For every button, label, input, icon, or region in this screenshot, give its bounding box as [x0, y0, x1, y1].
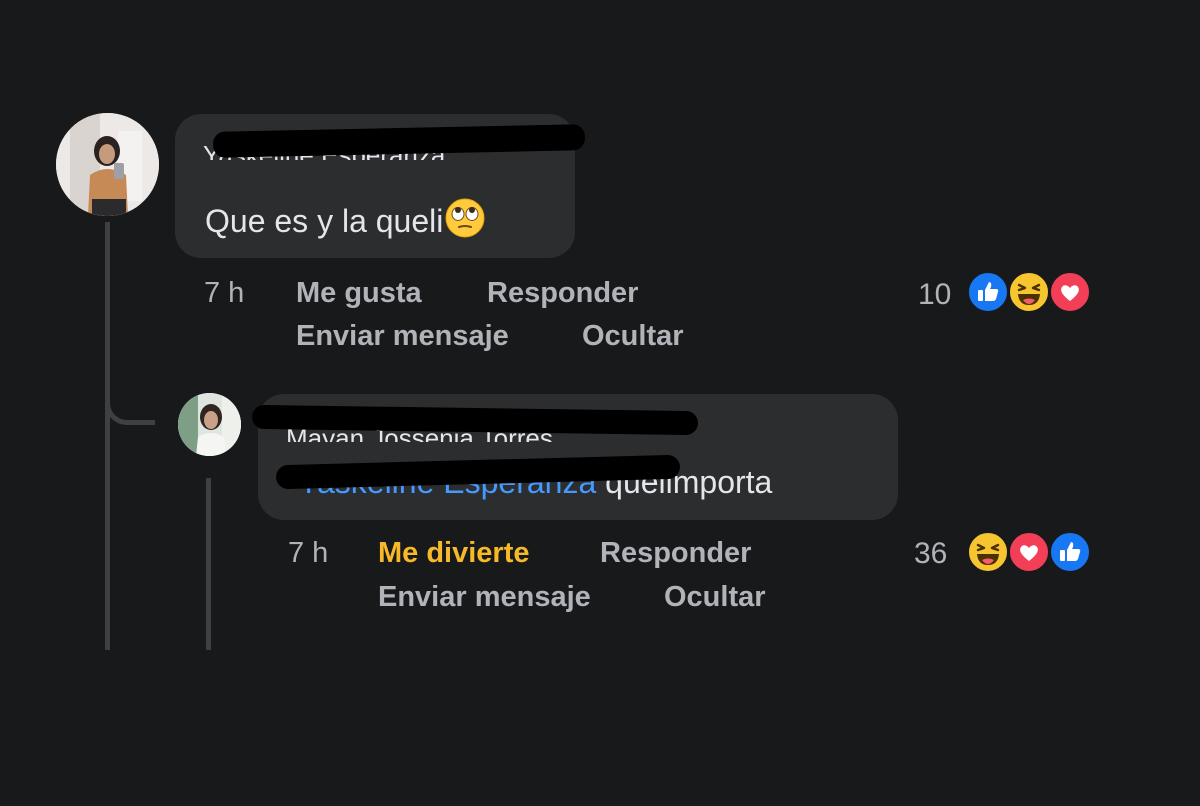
comment-text: Que es y la queli	[205, 198, 485, 246]
send-message-button[interactable]: Enviar mensaje	[378, 581, 591, 614]
hide-button[interactable]: Ocultar	[664, 581, 766, 614]
reaction-count[interactable]: 36	[914, 537, 947, 571]
comment-timestamp[interactable]: 7 h	[204, 277, 244, 310]
reply-avatar[interactable]	[178, 393, 241, 456]
haha-icon	[1007, 270, 1051, 314]
reply-bubble[interactable]: Mayan Jossenia Torres Yaskeline Esperanz…	[251, 394, 898, 520]
haha-reaction-button[interactable]: Me divierte	[378, 537, 530, 570]
avatar-photo	[178, 393, 241, 456]
comment-bubble[interactable]: Yaskeline Esperanza Que es y la queli	[175, 114, 586, 258]
like-icon	[1048, 530, 1092, 574]
face-with-rolling-eyes-icon	[445, 198, 485, 246]
like-button[interactable]: Me gusta	[296, 277, 422, 310]
hide-button[interactable]: Ocultar	[582, 320, 684, 353]
reaction-count[interactable]: 10	[918, 278, 951, 312]
love-icon	[1048, 270, 1092, 314]
name-redaction	[212, 124, 586, 158]
avatar-photo	[56, 113, 159, 216]
comment-thread: Yaskeline Esperanza Que es y la queli 7 …	[0, 0, 1200, 806]
reply-timestamp[interactable]: 7 h	[288, 537, 328, 570]
thread-line-reply	[206, 478, 211, 650]
reply-button[interactable]: Responder	[487, 277, 638, 310]
haha-icon	[966, 530, 1010, 574]
send-message-button[interactable]: Enviar mensaje	[296, 320, 509, 353]
reply-button[interactable]: Responder	[600, 537, 751, 570]
love-icon	[1007, 530, 1051, 574]
comment-text-content: Que es y la queli	[205, 203, 444, 239]
thread-branch-curve	[105, 380, 155, 425]
avatar[interactable]	[56, 113, 159, 216]
like-icon	[966, 270, 1010, 314]
thread-line-main	[105, 222, 110, 650]
